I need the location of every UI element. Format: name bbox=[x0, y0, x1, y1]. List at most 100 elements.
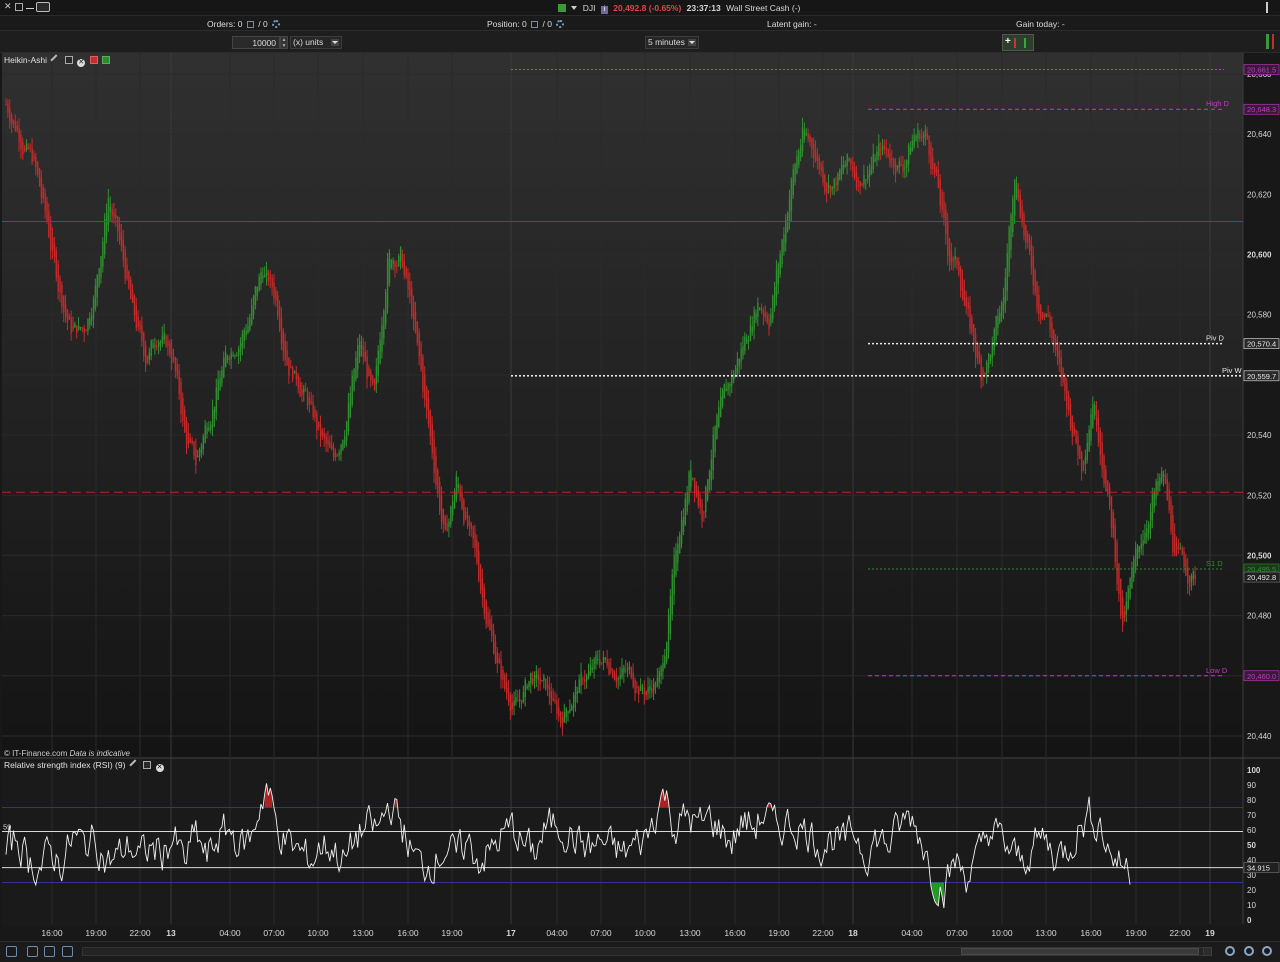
wrench-icon[interactable] bbox=[50, 54, 63, 66]
chevron-down-icon[interactable] bbox=[571, 6, 578, 10]
main-plot-background bbox=[2, 53, 1243, 757]
orders-settings-icon[interactable] bbox=[272, 20, 281, 28]
quantity-stepper[interactable]: ▲ ▼ bbox=[280, 36, 288, 49]
scroll-to-end-icon[interactable] bbox=[62, 946, 73, 957]
candle-body bbox=[57, 264, 59, 293]
zoom-out-icon[interactable] bbox=[1225, 946, 1235, 956]
candle-body bbox=[796, 156, 798, 174]
candle-body bbox=[157, 341, 160, 347]
level-label: High D bbox=[1206, 99, 1230, 108]
candle-body bbox=[156, 345, 158, 348]
candle-body bbox=[193, 441, 195, 457]
candle-body bbox=[1187, 567, 1189, 584]
candle-body bbox=[666, 642, 668, 662]
candle-body bbox=[1123, 611, 1126, 618]
candle-body bbox=[729, 384, 731, 387]
candle-body bbox=[342, 440, 344, 450]
candle-body bbox=[896, 165, 899, 169]
candle-body bbox=[680, 519, 683, 544]
level-value-label: 20,570.4 bbox=[1247, 340, 1276, 349]
candle-body bbox=[455, 476, 458, 500]
candle-body bbox=[613, 673, 616, 680]
candle-body bbox=[96, 274, 98, 298]
candle-body bbox=[345, 421, 348, 441]
candle-body bbox=[230, 353, 232, 359]
candle-body bbox=[174, 358, 177, 371]
position-settings-icon[interactable] bbox=[556, 20, 565, 28]
candle-body bbox=[701, 502, 703, 521]
interval-select[interactable]: 5 minutes bbox=[645, 36, 699, 49]
sell-icon[interactable] bbox=[89, 56, 98, 64]
refresh-icon[interactable] bbox=[6, 946, 17, 957]
add-chart-button[interactable]: + bbox=[1002, 34, 1034, 51]
candle-body bbox=[576, 691, 579, 694]
zoom-reset-icon[interactable] bbox=[1244, 946, 1254, 956]
x-tick-label: 16:00 bbox=[1080, 928, 1102, 938]
scrollbar-thumb[interactable] bbox=[961, 948, 1199, 955]
scroll-right-button[interactable] bbox=[1203, 947, 1212, 956]
candle-body bbox=[1032, 256, 1035, 286]
candle-body bbox=[1049, 315, 1051, 330]
buy-icon[interactable] bbox=[101, 56, 110, 64]
candle-body bbox=[671, 574, 674, 615]
scrollbar[interactable] bbox=[82, 947, 1212, 956]
candle-body bbox=[347, 402, 350, 432]
position-list-icon[interactable] bbox=[531, 21, 539, 28]
candle-body bbox=[827, 184, 830, 189]
close-icon[interactable]: ✕ bbox=[4, 1, 12, 11]
candle-body bbox=[1131, 567, 1133, 588]
candle-body bbox=[1155, 481, 1157, 500]
candle-body bbox=[236, 355, 238, 357]
orders-list-icon[interactable] bbox=[246, 21, 254, 28]
candle-body bbox=[853, 166, 856, 178]
candle-body bbox=[686, 491, 688, 512]
rsi-y-tick-label: 100 bbox=[1247, 766, 1261, 775]
position-pending: 0 bbox=[547, 19, 552, 29]
candle-body bbox=[211, 409, 214, 427]
candle-body bbox=[865, 179, 867, 181]
candle-body bbox=[77, 326, 80, 330]
candle-body bbox=[947, 222, 949, 257]
candle-body bbox=[377, 350, 379, 376]
candle-body bbox=[321, 430, 324, 437]
drawing-icon[interactable] bbox=[27, 946, 38, 957]
candle-body bbox=[595, 655, 597, 664]
candle-body bbox=[1081, 452, 1083, 473]
keyboard-icon[interactable] bbox=[36, 2, 50, 12]
restore-icon[interactable] bbox=[15, 3, 23, 11]
candle-body bbox=[773, 286, 776, 308]
candle-body bbox=[91, 315, 93, 322]
candle-body bbox=[891, 158, 893, 161]
candle-body bbox=[357, 345, 359, 369]
candle-body bbox=[163, 332, 165, 340]
info-icon[interactable]: i bbox=[600, 6, 608, 14]
chart-type-icon[interactable] bbox=[44, 946, 55, 957]
maximize-panel-icon[interactable] bbox=[64, 56, 73, 64]
quantity-input[interactable] bbox=[232, 36, 280, 49]
candle-body bbox=[965, 297, 968, 307]
candle-body bbox=[893, 159, 895, 167]
chart-canvas[interactable]: 16:00 19:00 22:00 13 04:00 07:00 10:00 13:00 16:… bbox=[0, 53, 1280, 941]
candle-body bbox=[1172, 515, 1174, 553]
candle-body bbox=[105, 213, 108, 237]
y-tick-label: 20,540 bbox=[1247, 431, 1272, 440]
candle-body bbox=[723, 384, 726, 399]
minimize-icon[interactable] bbox=[26, 3, 34, 9]
units-select[interactable]: (x) units bbox=[290, 36, 342, 49]
chart-area[interactable]: 16:00 19:00 22:00 13 04:00 07:00 10:00 13:00 16:… bbox=[0, 53, 1280, 941]
candle-body bbox=[498, 657, 500, 664]
position-label: Position: bbox=[487, 19, 520, 29]
close-panel-icon[interactable]: ✕ bbox=[77, 59, 86, 67]
zoom-in-icon[interactable] bbox=[1262, 946, 1272, 956]
maximize-panel-icon[interactable] bbox=[143, 761, 152, 769]
candle-body bbox=[152, 343, 154, 349]
candle-body bbox=[772, 296, 774, 320]
candle-body bbox=[533, 675, 536, 682]
candle-body bbox=[926, 133, 928, 139]
candle-body bbox=[385, 292, 387, 325]
candle-body bbox=[569, 709, 571, 713]
close-panel-icon[interactable]: ✕ bbox=[155, 764, 164, 772]
wrench-icon[interactable] bbox=[129, 759, 141, 771]
y-tick-label: 20,620 bbox=[1247, 190, 1272, 199]
candle-body bbox=[1162, 474, 1165, 477]
